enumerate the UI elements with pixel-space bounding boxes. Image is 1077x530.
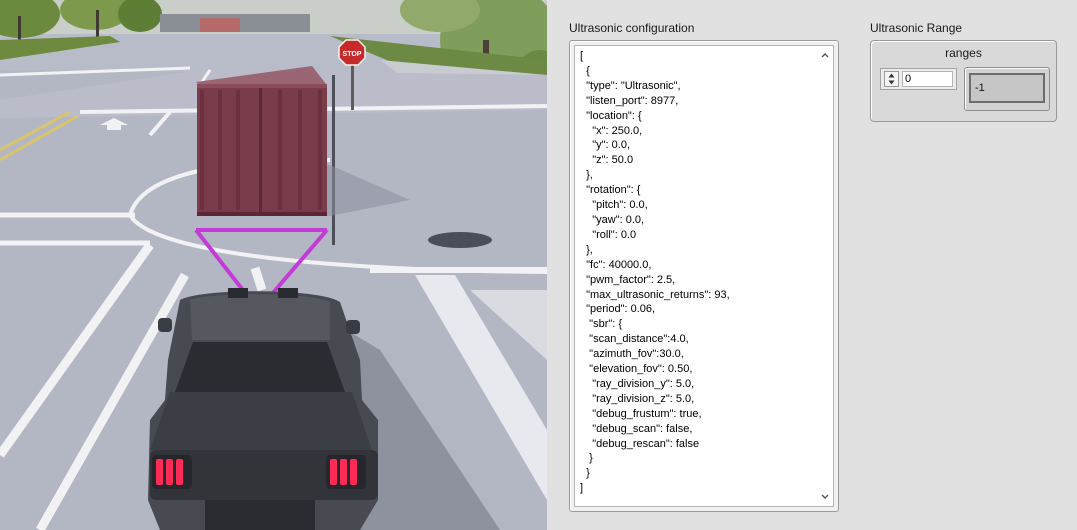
pole (332, 75, 335, 245)
ultrasonic-range-array: ranges -1 (870, 40, 1057, 122)
ultrasonic-configuration-textarea[interactable]: [ { "type": "Ultrasonic", "listen_port":… (574, 45, 834, 507)
spin-up-icon[interactable] (885, 72, 898, 79)
pole-shadow (428, 232, 492, 248)
range-value-text: -1 (975, 82, 985, 94)
configuration-scrollbar[interactable] (817, 46, 833, 506)
ultrasonic-configuration-text: [ { "type": "Ultrasonic", "listen_port":… (580, 50, 730, 495)
stop-sign-text: STOP (343, 51, 362, 58)
ranges-label: ranges (945, 46, 982, 60)
array-index-input[interactable] (902, 71, 953, 87)
index-spinner[interactable] (884, 71, 899, 87)
scroll-down-icon[interactable] (820, 492, 830, 502)
range-value-indicator: -1 (969, 73, 1045, 103)
ego-car (148, 288, 378, 530)
ultrasonic-configuration-frame: [ { "type": "Ultrasonic", "listen_port":… (569, 40, 839, 512)
scroll-up-icon[interactable] (820, 50, 830, 60)
ultrasonic-range-label: Ultrasonic Range (870, 21, 963, 35)
range-value-element: -1 (964, 67, 1050, 111)
array-index-control (880, 68, 957, 90)
ultrasonic-configuration-label: Ultrasonic configuration (569, 21, 695, 35)
simulation-viewport: STOP (0, 0, 547, 530)
control-panel: Ultrasonic configuration [ { "type": "Ul… (547, 0, 1077, 530)
spin-down-icon[interactable] (885, 79, 898, 86)
shipping-container (196, 66, 327, 216)
